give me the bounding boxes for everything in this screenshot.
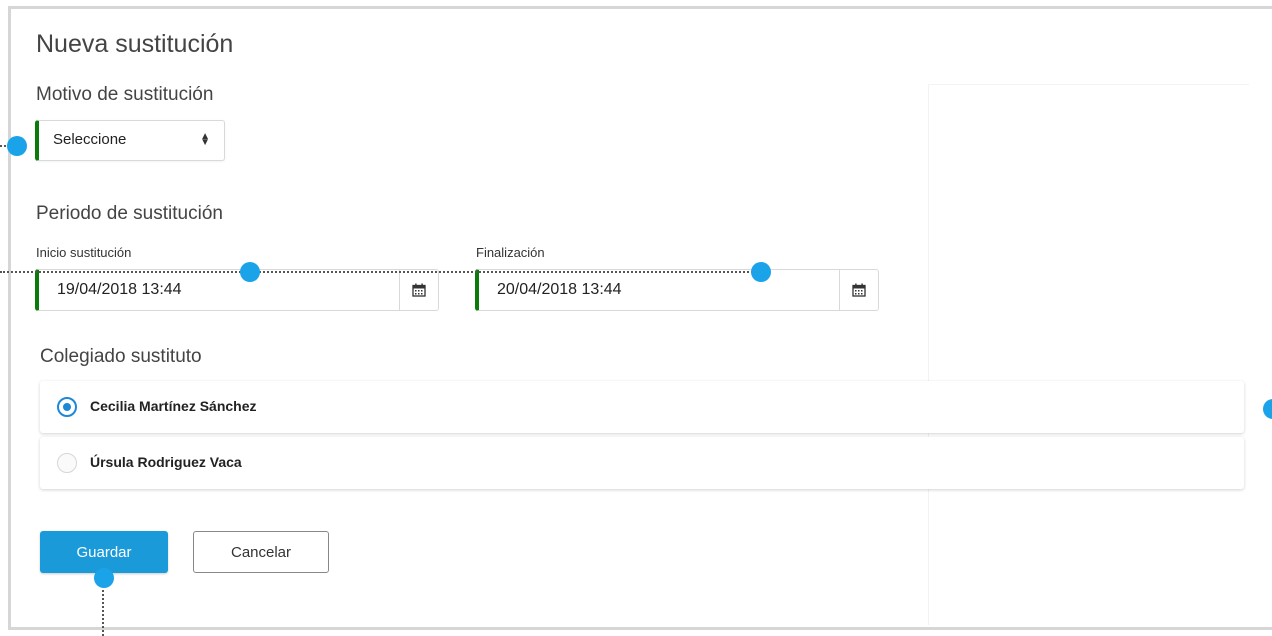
fin-datetime-field[interactable]: 20/04/2018 13:44 bbox=[475, 269, 879, 311]
annotation-marker bbox=[240, 262, 260, 282]
annotation-line bbox=[102, 585, 104, 636]
annotation-line bbox=[0, 271, 760, 273]
annotation-marker bbox=[94, 568, 114, 588]
motivo-label: Motivo de sustitución bbox=[36, 84, 214, 105]
radio-selected[interactable] bbox=[57, 397, 77, 417]
inicio-value: 19/04/2018 13:44 bbox=[57, 281, 182, 298]
option-card[interactable]: Úrsula Rodriguez Vaca bbox=[40, 437, 1244, 489]
side-panel bbox=[928, 84, 1249, 625]
save-button[interactable]: Guardar bbox=[40, 531, 168, 573]
fin-value: 20/04/2018 13:44 bbox=[497, 281, 622, 298]
option-card[interactable]: Cecilia Martínez Sánchez bbox=[40, 381, 1244, 433]
annotation-marker bbox=[7, 136, 27, 156]
radio-unselected[interactable] bbox=[57, 453, 77, 473]
page-title: Nueva sustitución bbox=[36, 30, 234, 58]
motivo-select[interactable]: Seleccione ▲ ▼ bbox=[35, 120, 225, 161]
option-name: Úrsula Rodriguez Vaca bbox=[90, 454, 242, 470]
motivo-select-value: Seleccione bbox=[53, 131, 127, 148]
inicio-datetime-field[interactable]: 19/04/2018 13:44 bbox=[35, 269, 439, 311]
cancel-button[interactable]: Cancelar bbox=[193, 531, 329, 573]
calendar-icon[interactable] bbox=[839, 270, 878, 310]
fin-label: Finalización bbox=[476, 245, 545, 260]
option-name: Cecilia Martínez Sánchez bbox=[90, 398, 257, 414]
colegiado-label: Colegiado sustituto bbox=[40, 346, 202, 367]
select-arrows-icon: ▲ ▼ bbox=[200, 131, 210, 148]
inicio-label: Inicio sustitución bbox=[36, 245, 132, 260]
periodo-label: Periodo de sustitución bbox=[36, 203, 223, 224]
annotation-marker bbox=[751, 262, 771, 282]
calendar-icon[interactable] bbox=[399, 270, 438, 310]
